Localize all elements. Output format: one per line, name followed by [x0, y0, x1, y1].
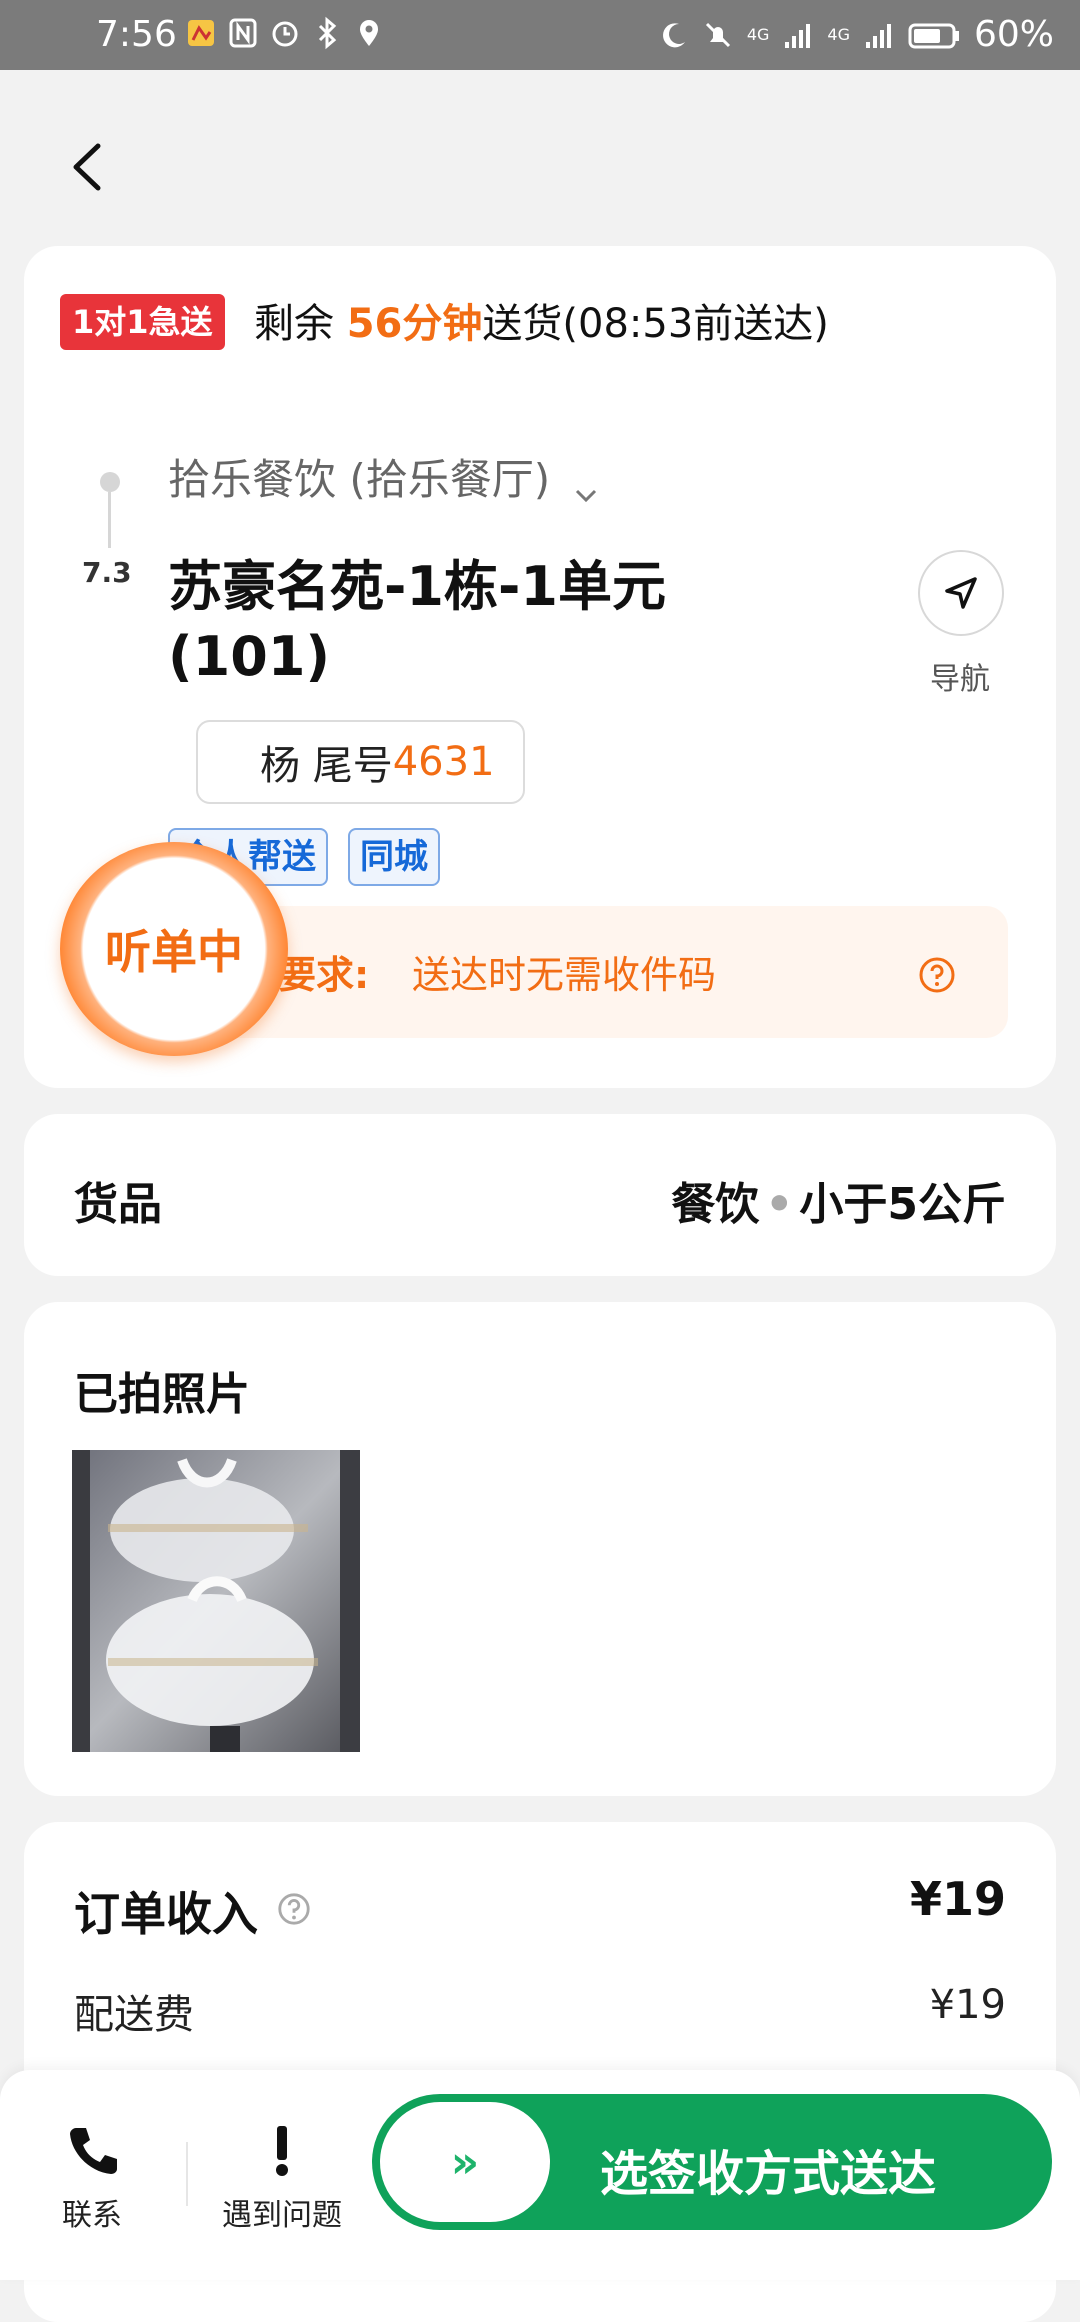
- back-arrow-icon: [73, 143, 101, 191]
- signal-label-1: 4G: [746, 25, 770, 44]
- remaining-minutes: 56分钟: [346, 301, 483, 347]
- signal-icon: [783, 18, 813, 52]
- signal-icon-2: [864, 18, 894, 52]
- status-bar: 7:56 4G 4G 60%: [0, 0, 1080, 70]
- status-time: 7:56: [96, 14, 177, 55]
- slide-to-deliver-button[interactable]: » 选签收方式送达: [372, 2094, 1052, 2230]
- navigate-button[interactable]: [918, 550, 1004, 636]
- income-total: ¥19: [909, 1872, 1006, 1926]
- alarm-icon: [270, 16, 300, 50]
- bottom-divider: [186, 2142, 188, 2206]
- phone-tail: 4631: [392, 739, 495, 785]
- listening-badge[interactable]: 听单中: [60, 842, 288, 1056]
- back-button[interactable]: [66, 140, 110, 194]
- timeline-dot: [100, 472, 120, 492]
- navigation-arrow-icon: [945, 577, 977, 609]
- photos-title: 已拍照片: [74, 1369, 250, 1420]
- bluetooth-icon: [312, 16, 342, 50]
- delivery-photo[interactable]: [72, 1450, 360, 1752]
- tag-same-city: 同城: [348, 828, 440, 886]
- timeline-line: [108, 492, 111, 548]
- urgent-badge: 1对1急送: [60, 294, 225, 350]
- report-problem-button[interactable]: 遇到问题: [222, 2120, 342, 2234]
- signal-label-2: 4G: [827, 25, 850, 44]
- phone-icon: [64, 2120, 120, 2180]
- distance-label: 7.3: [82, 556, 132, 589]
- mute-icon: [703, 18, 733, 52]
- slide-knob[interactable]: »: [380, 2102, 550, 2222]
- contact-button[interactable]: 联系: [62, 2120, 122, 2234]
- delivery-fee-label: 配送费: [74, 1992, 194, 2038]
- moon-icon: [659, 18, 689, 52]
- photo-bags-image: [72, 1450, 360, 1752]
- help-circle-icon[interactable]: [276, 1884, 312, 1938]
- income-title: 订单收入: [74, 1878, 312, 1944]
- bottom-action-bar: 联系 遇到问题 » 选签收方式送达: [0, 2070, 1080, 2280]
- remaining-time: 剩余 56分钟送货(08:53前送达): [254, 301, 829, 347]
- delivery-requirement: 配送要求: 送达时无需收件码: [168, 906, 1008, 1038]
- app-notification-icon: [186, 16, 216, 50]
- location-icon: [354, 16, 384, 50]
- chevron-down-icon: [573, 470, 599, 502]
- merchant-name[interactable]: 拾乐餐饮 (拾乐餐厅): [168, 446, 599, 507]
- delivery-fee-value: ¥19: [929, 1982, 1006, 2028]
- goods-value: 餐饮 • 小于5公斤: [671, 1179, 1006, 1230]
- goods-card: 货品 餐饮 • 小于5公斤: [24, 1114, 1056, 1276]
- exclamation-icon: [254, 2120, 310, 2180]
- help-icon[interactable]: [918, 956, 956, 994]
- separator-dot: •: [765, 1179, 794, 1230]
- order-card: 1对1急送 剩余 56分钟送货(08:53前送达) 7.3 拾乐餐饮 (拾乐餐厅…: [24, 246, 1056, 1088]
- navigate-label: 导航: [930, 662, 990, 697]
- delivery-address: 苏豪名苑-1栋-1单元 (101): [168, 555, 666, 688]
- goods-title: 货品: [74, 1179, 162, 1230]
- slide-action-label: 选签收方式送达: [600, 2146, 937, 2202]
- battery-percent: 60%: [973, 14, 1054, 55]
- nfc-icon: [228, 16, 258, 50]
- photos-card: 已拍照片: [24, 1302, 1056, 1796]
- customer-info[interactable]: 杨 尾号 4631: [196, 720, 525, 804]
- battery-icon: [908, 18, 960, 52]
